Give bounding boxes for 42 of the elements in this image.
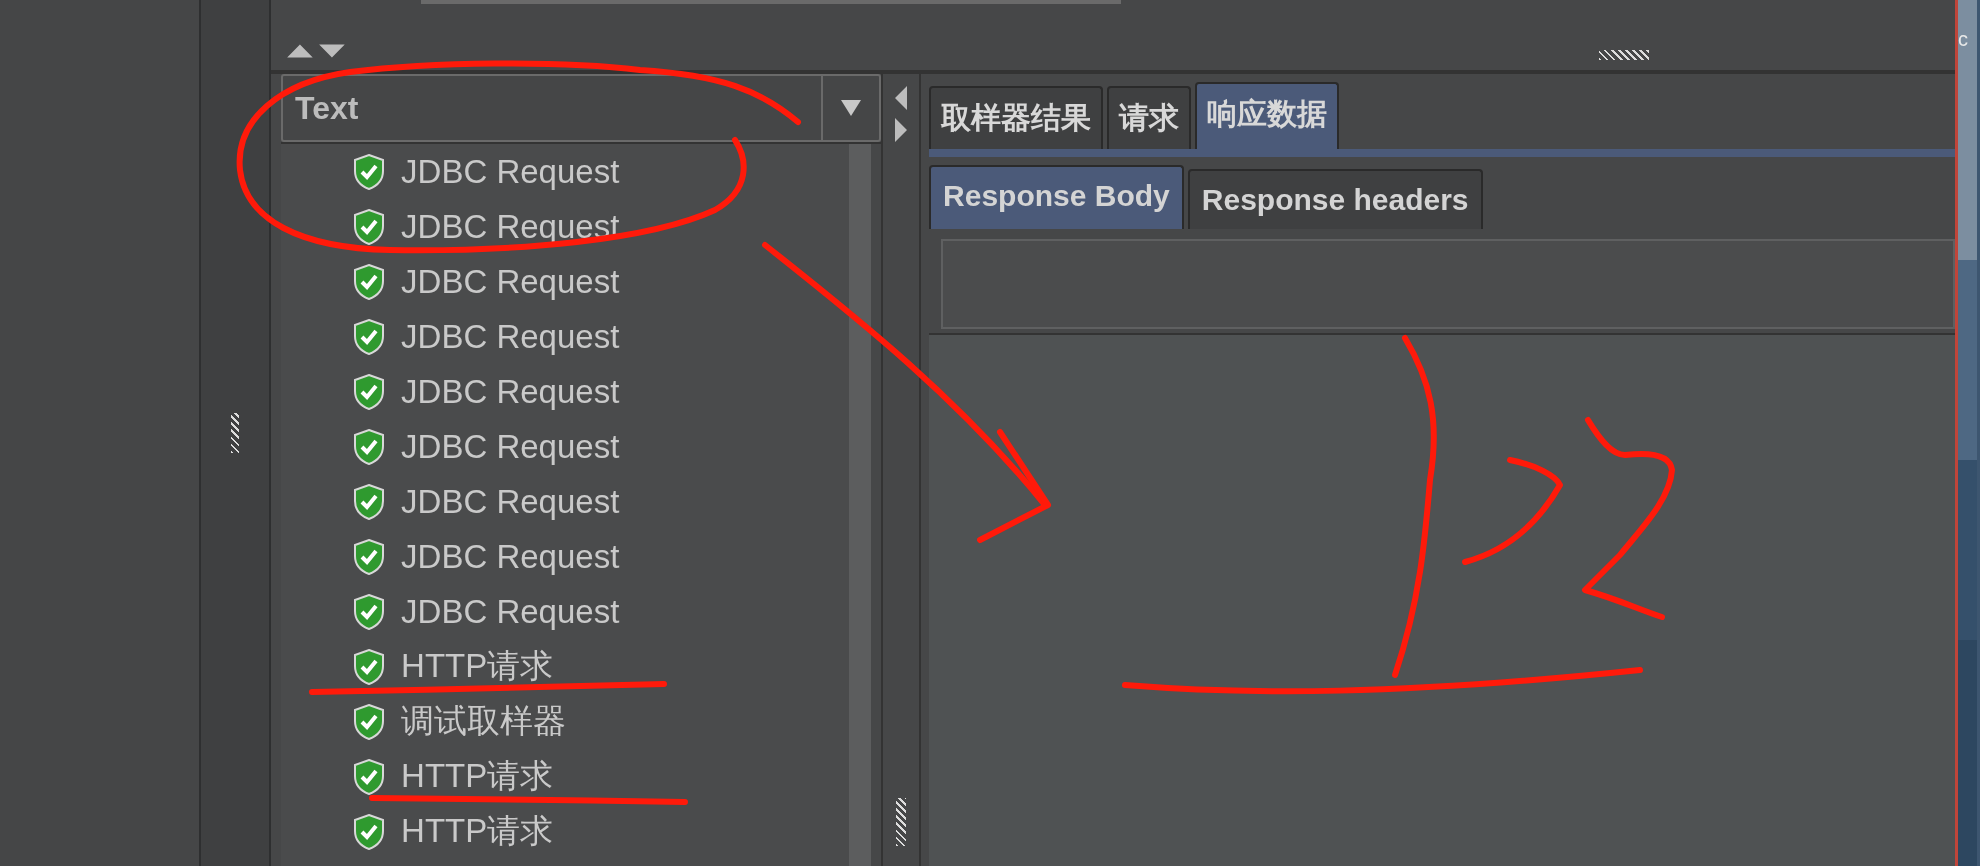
shield-check-icon — [353, 648, 386, 685]
shield-check-icon — [353, 153, 386, 190]
shield-check-icon — [353, 593, 386, 630]
result-item[interactable]: JDBC Request — [281, 419, 850, 474]
result-item[interactable]: 调试取样器 — [281, 694, 850, 749]
shield-check-icon — [353, 318, 386, 355]
tab[interactable]: Response headers — [1187, 169, 1483, 229]
result-item[interactable]: JDBC Request — [281, 309, 850, 364]
shield-check-icon — [353, 208, 386, 245]
splitter-grip[interactable] — [231, 413, 240, 453]
shield-check-icon — [353, 373, 386, 410]
result-item[interactable]: JDBC Request — [281, 254, 850, 309]
splitter-grip[interactable] — [1599, 50, 1650, 60]
tab[interactable]: 请求 — [1107, 86, 1192, 149]
tab[interactable]: Response Body — [929, 165, 1184, 229]
tab[interactable]: 响应数据 — [1195, 82, 1340, 149]
dropdown-value: Text — [294, 88, 360, 128]
shield-check-icon — [353, 813, 386, 850]
shield-check-icon — [353, 483, 386, 520]
filter-dropdown[interactable]: Text — [281, 74, 882, 142]
shield-check-icon — [353, 263, 386, 300]
result-item[interactable]: JDBC Request — [281, 474, 850, 529]
input-field[interactable] — [941, 239, 1956, 329]
shield-check-icon — [353, 428, 386, 465]
result-item[interactable]: JDBC Request — [281, 144, 850, 199]
result-item[interactable]: JDBC Request — [281, 364, 850, 419]
result-item[interactable]: HTTP请求 — [281, 639, 850, 694]
input-field[interactable] — [421, 0, 1122, 4]
tab[interactable]: 取样器结果 — [929, 86, 1104, 149]
shield-check-icon — [353, 538, 386, 575]
result-item[interactable]: JDBC Request — [281, 199, 850, 254]
result-item[interactable]: JDBC Request — [281, 529, 850, 584]
desktop-text: c — [1958, 28, 1969, 51]
dropdown-caret-icon[interactable] — [840, 98, 863, 118]
splitter-grip[interactable] — [896, 798, 907, 846]
scrollbar[interactable] — [849, 144, 872, 866]
shield-check-icon — [353, 703, 386, 740]
result-item[interactable]: HTTP请求 — [281, 804, 850, 859]
result-item[interactable]: JDBC Request — [281, 584, 850, 639]
collapse-arrows-icon[interactable] — [893, 84, 910, 144]
shield-check-icon — [353, 758, 386, 795]
result-item[interactable]: HTTP请求 — [281, 749, 850, 804]
